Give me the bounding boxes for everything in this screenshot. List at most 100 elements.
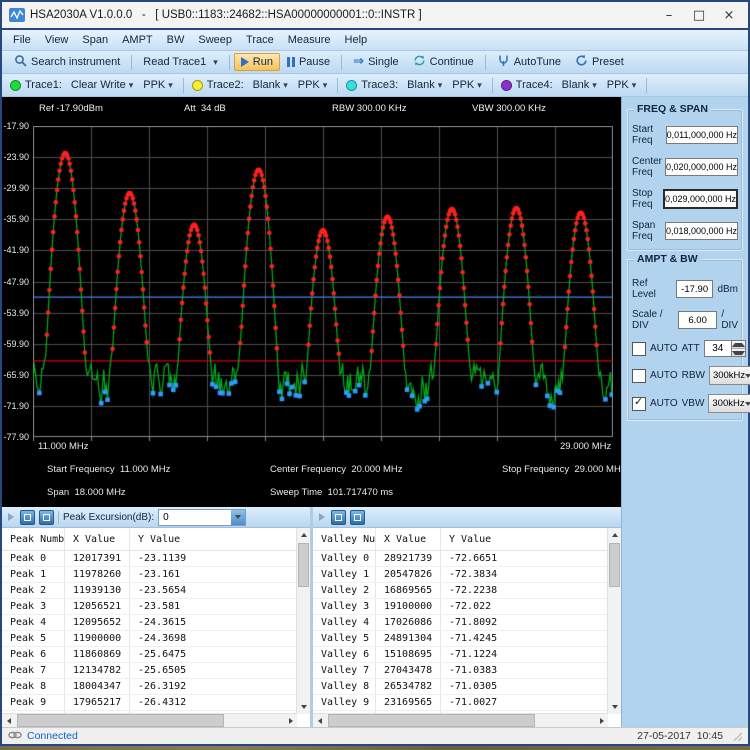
rbw-select[interactable]: 300kHz [709, 366, 750, 385]
att-auto-checkbox[interactable] [632, 342, 646, 356]
trace1-detector-dropdown[interactable]: PPK [138, 77, 178, 93]
trace2-detector-dropdown[interactable]: PPK [293, 77, 333, 93]
autotune-icon [497, 54, 510, 70]
table-row[interactable]: Peak 712134782-25.6505 [2, 663, 297, 679]
menu-item-bw[interactable]: BW [160, 32, 192, 48]
resize-grip[interactable] [733, 732, 742, 741]
search-instrument-button[interactable]: Search instrument [7, 51, 127, 73]
rbw-auto-checkbox[interactable] [632, 369, 646, 383]
export-icon[interactable] [39, 510, 54, 525]
ref-level-input[interactable]: -17.90 [676, 280, 714, 298]
column-header[interactable]: Peak Number [2, 528, 65, 550]
trace3-mode-dropdown[interactable]: Blank [402, 77, 447, 93]
trace1-mode-dropdown[interactable]: Clear Write [66, 77, 138, 93]
table-row[interactable]: Peak 917965217-26.4312 [2, 695, 297, 711]
scroll-up-button[interactable] [297, 528, 310, 542]
table-cell: -72.3834 [441, 567, 608, 582]
column-header[interactable]: X Value [376, 528, 441, 550]
export-icon[interactable] [350, 510, 365, 525]
table-row[interactable]: Valley 524891304-71.4245 [313, 631, 608, 647]
autotune-button[interactable]: AutoTune [490, 51, 568, 73]
forward-arrow-icon[interactable] [319, 513, 325, 521]
trace2-label: Trace2: [207, 79, 244, 91]
table-row[interactable]: Valley 727043478-71.0383 [313, 663, 608, 679]
window-layout-icon[interactable] [331, 510, 346, 525]
stop-frequency-readout: Stop Frequency 29.000 MHz [502, 464, 626, 475]
run-button[interactable]: Run [234, 53, 280, 71]
trace4-mode-dropdown[interactable]: Blank [557, 77, 602, 93]
table-row[interactable]: Peak 012017391-23.1139 [2, 551, 297, 567]
menu-item-sweep[interactable]: Sweep [191, 32, 239, 48]
table-row[interactable]: Valley 216869565-72.2238 [313, 583, 608, 599]
menu-item-help[interactable]: Help [338, 32, 375, 48]
preset-button[interactable]: Preset [568, 51, 631, 73]
table-row[interactable]: Valley 826534782-71.0305 [313, 679, 608, 695]
valley-table-vertical-scrollbar[interactable] [607, 528, 621, 714]
table-cell: -25.6475 [130, 647, 297, 662]
peak-table-vertical-scrollbar[interactable] [296, 528, 310, 714]
center-freq-input[interactable]: 0,020,000,000 Hz [665, 158, 738, 176]
menu-item-trace[interactable]: Trace [239, 32, 281, 48]
vbw-auto-checkbox[interactable] [632, 397, 646, 411]
table-row[interactable]: Valley 615108695-71.1224 [313, 647, 608, 663]
menu-item-measure[interactable]: Measure [281, 32, 338, 48]
table-row[interactable]: Valley 417026086-71.8092 [313, 615, 608, 631]
spinner-up-button[interactable] [732, 341, 745, 348]
table-cell: Valley 8 [313, 679, 376, 694]
table-row[interactable]: Peak 818004347-26.3192 [2, 679, 297, 695]
table-row[interactable]: Valley 319100000-72.022 [313, 599, 608, 615]
valley-table-horizontal-scrollbar[interactable] [313, 713, 608, 727]
scrollbar-thumb[interactable] [328, 714, 535, 727]
scrollbar-thumb[interactable] [609, 543, 620, 587]
menu-item-span[interactable]: Span [75, 32, 115, 48]
scroll-down-button[interactable] [608, 700, 621, 714]
trace4-detector-dropdown[interactable]: PPK [602, 77, 642, 93]
window-layout-icon[interactable] [20, 510, 35, 525]
att-spinner[interactable]: 34 [704, 340, 746, 357]
menu-item-ampt[interactable]: AMPT [115, 32, 160, 48]
column-header[interactable]: X Value [65, 528, 130, 550]
table-row[interactable]: Valley 120547826-72.3834 [313, 567, 608, 583]
combobox-dropdown-button[interactable] [231, 510, 245, 525]
table-row[interactable]: Peak 211939130-23.5654 [2, 583, 297, 599]
single-button[interactable]: ⇒ Single [346, 53, 405, 71]
table-row[interactable]: Valley 028921739-72.6651 [313, 551, 608, 567]
forward-arrow-icon[interactable] [8, 513, 14, 521]
minimize-button[interactable]: – [654, 4, 684, 26]
scroll-right-button[interactable] [284, 714, 297, 727]
stop-freq-input[interactable]: 0,029,000,000 Hz [663, 189, 738, 209]
pause-button[interactable]: Pause [280, 53, 337, 71]
read-trace-dropdown[interactable]: Read Trace1 [136, 53, 225, 71]
scroll-right-button[interactable] [595, 714, 608, 727]
table-row[interactable]: Peak 412095652-24.3615 [2, 615, 297, 631]
menu-item-view[interactable]: View [38, 32, 76, 48]
spinner-down-button[interactable] [732, 348, 745, 356]
trace3-detector-dropdown[interactable]: PPK [447, 77, 487, 93]
start-freq-input[interactable]: 0,011,000,000 Hz [666, 126, 738, 144]
table-row[interactable]: Peak 611860869-25.6475 [2, 647, 297, 663]
close-button[interactable]: × [714, 4, 744, 26]
toolbar-separator [341, 55, 342, 70]
scroll-left-button[interactable] [2, 714, 15, 727]
table-row[interactable]: Peak 312056521-23.581 [2, 599, 297, 615]
vbw-select[interactable]: 300kHz [708, 394, 750, 413]
scroll-up-button[interactable] [608, 528, 621, 542]
peak-table-horizontal-scrollbar[interactable] [2, 713, 297, 727]
column-header[interactable]: Valley Number [313, 528, 376, 550]
scrollbar-thumb[interactable] [17, 714, 224, 727]
span-freq-input[interactable]: 0,018,000,000 Hz [665, 222, 738, 240]
scale-div-input[interactable]: 6.00 [678, 311, 717, 329]
continue-button[interactable]: Continue [406, 51, 481, 73]
table-row[interactable]: Peak 511900000-24.3698 [2, 631, 297, 647]
maximize-button[interactable]: □ [684, 4, 714, 26]
table-row[interactable]: Peak 111978260-23.161 [2, 567, 297, 583]
menu-item-file[interactable]: File [6, 32, 38, 48]
table-row[interactable]: Valley 923169565-71.0027 [313, 695, 608, 711]
scroll-left-button[interactable] [313, 714, 326, 727]
scroll-down-button[interactable] [297, 700, 310, 714]
scrollbar-thumb[interactable] [298, 543, 309, 587]
trace2-mode-dropdown[interactable]: Blank [248, 77, 293, 93]
peak-excursion-combobox[interactable]: 0 [158, 509, 246, 526]
column-header[interactable]: Y Value [441, 528, 608, 550]
column-header[interactable]: Y Value [130, 528, 297, 550]
